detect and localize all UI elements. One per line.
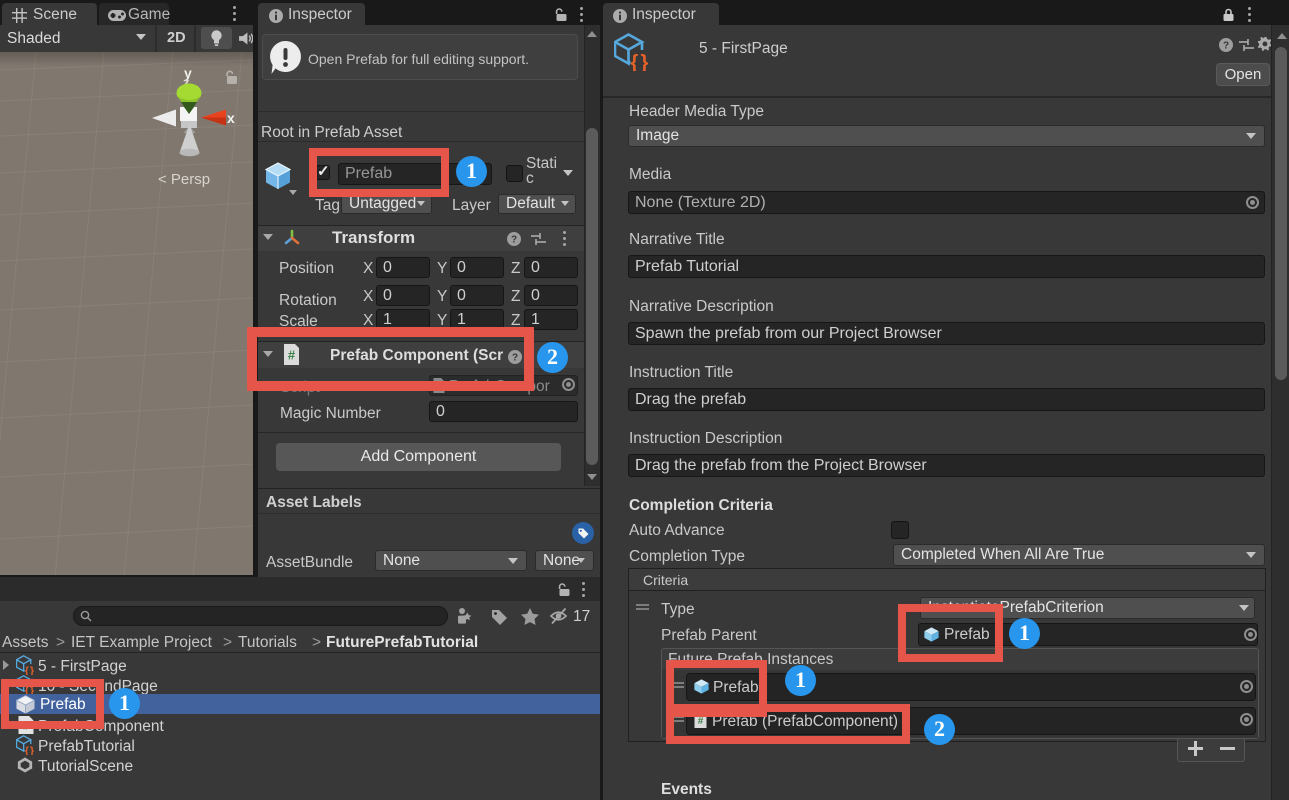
svg-text:?: ? bbox=[511, 235, 517, 246]
svg-text:?: ? bbox=[1223, 41, 1229, 52]
svg-text:x: x bbox=[227, 110, 235, 126]
svg-text:< Persp: < Persp bbox=[158, 171, 210, 188]
